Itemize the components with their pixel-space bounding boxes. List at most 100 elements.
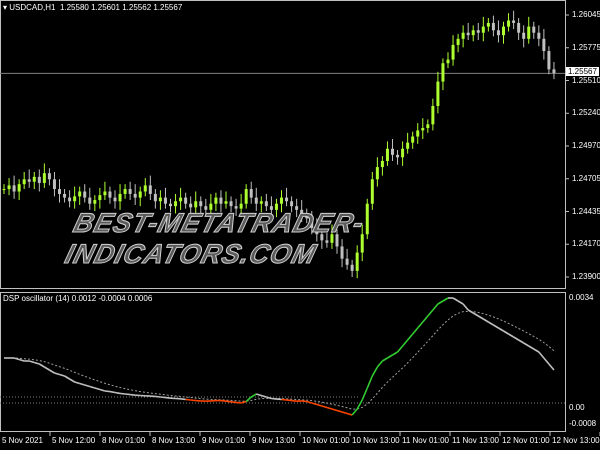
candle-body (512, 20, 516, 23)
ohlc-values: 1.25580 1.25601 1.25562 1.25567 (59, 3, 183, 12)
candle-body (496, 30, 500, 36)
osc-tick-label: 0.00 (569, 403, 585, 412)
candle-body (391, 148, 394, 155)
candle-body (385, 148, 389, 161)
oscillator-segment (482, 318, 489, 323)
oscillator-segment (407, 333, 414, 341)
candle-body (421, 127, 425, 131)
candle-body (285, 197, 289, 202)
oscillator-segment (286, 399, 292, 402)
candle-body (249, 189, 253, 198)
oscillator-segment (442, 297, 449, 302)
oscillator-segment (49, 369, 55, 374)
candle-body (396, 154, 400, 158)
candle-body (375, 167, 379, 180)
oscillator-segment (412, 327, 419, 335)
signal-line (4, 310, 555, 410)
oscillator-segment (13, 357, 20, 361)
chart-window[interactable]: ▾ USDCAD,H1 1.25580 1.25601 1.25562 1.25… (0, 0, 600, 450)
oscillator-segment (417, 321, 424, 329)
candle-body (406, 142, 410, 149)
candle-body (12, 185, 16, 192)
oscillator-segment (230, 401, 237, 404)
time-tick-label: 11 Nov 13:00 (452, 436, 499, 445)
candle-body (37, 176, 41, 183)
oscillator-segment (225, 400, 232, 403)
oscillator-segment (396, 345, 404, 353)
candle-body (517, 22, 521, 33)
oscillator-segment (336, 409, 343, 413)
price-tick-label: 1.24970 (572, 141, 600, 150)
candle-body (527, 26, 531, 39)
oscillator-segment (366, 375, 374, 389)
candle-body (214, 197, 218, 204)
candle-body (47, 173, 51, 180)
oscillator-segment (331, 408, 338, 412)
oscillator-segment (437, 300, 444, 305)
candle-body (58, 189, 61, 194)
candle-body (123, 189, 127, 194)
price-tick-label: 1.26045 (572, 10, 600, 19)
candle-body (431, 105, 435, 125)
time-tick-label: 8 Nov 13:00 (152, 436, 196, 445)
oscillator-segment (104, 390, 111, 393)
candle-body (17, 184, 21, 192)
price-tick-label: 1.25240 (572, 108, 600, 118)
oscillator-segment (472, 312, 479, 317)
candle-body (229, 201, 233, 207)
oscillator-segment (316, 403, 323, 407)
watermark: BEST-METATRADER-INDICATORS.COM (61, 208, 368, 270)
candle-body (103, 191, 107, 196)
candle-body (537, 32, 541, 39)
candle-body (32, 176, 36, 182)
candle-body (52, 179, 56, 190)
oscillator-segment (94, 387, 101, 391)
oscillator-segment (190, 399, 196, 402)
oscillator-segment (376, 360, 384, 368)
candle-body (148, 185, 152, 194)
oscillator-segment (432, 303, 439, 311)
oscillator-segment (462, 303, 469, 311)
candle-body (486, 22, 490, 27)
oscillator-segment (477, 315, 484, 320)
oscillator-segment (371, 366, 379, 377)
oscillator-segment (523, 342, 530, 347)
oscillator-segment (538, 351, 545, 359)
candle-body (42, 173, 46, 183)
oscillator-segment (69, 378, 76, 383)
oscillator-segment (427, 309, 434, 317)
candle-body (219, 197, 223, 204)
oscillator-segment (401, 339, 409, 347)
candle-body (158, 197, 162, 202)
candle-body (63, 193, 67, 198)
symbol-header: ▾ USDCAD,H1 1.25580 1.25601 1.25562 1.25… (3, 3, 183, 12)
oscillator-segment (422, 315, 429, 323)
candle-body (552, 69, 556, 74)
oscillator-segment (392, 351, 398, 356)
oscillator-segment (28, 360, 35, 364)
time-tick-label: 5 Nov 12:00 (52, 436, 96, 445)
oscillator-segment (130, 393, 136, 396)
oscillator-segment (185, 398, 191, 401)
candle-body (507, 20, 511, 27)
oscillator-segment (99, 388, 106, 392)
oscillator-segment (452, 297, 459, 302)
oscillator-segment (240, 400, 247, 404)
candle-body (416, 130, 420, 137)
indicator-panel-frame (0, 292, 566, 432)
candle-body (471, 30, 475, 36)
candle-body (2, 189, 6, 191)
candle-body (169, 203, 172, 207)
candle-body (280, 197, 283, 204)
oscillator-segment (34, 361, 40, 365)
time-tick-label: 12 Nov 13:00 (552, 436, 600, 445)
candle-body (451, 44, 455, 60)
candle-body (78, 191, 82, 197)
time-tick-label: 10 Nov 13:00 (352, 436, 400, 445)
oscillator-segment (326, 406, 333, 410)
price-tick-label: 1.25510 (572, 75, 600, 85)
candle-body (143, 185, 147, 192)
oscillator-segment (513, 336, 520, 341)
price-tick-label: 1.25775 (572, 42, 600, 52)
oscillator-segment (54, 372, 60, 376)
